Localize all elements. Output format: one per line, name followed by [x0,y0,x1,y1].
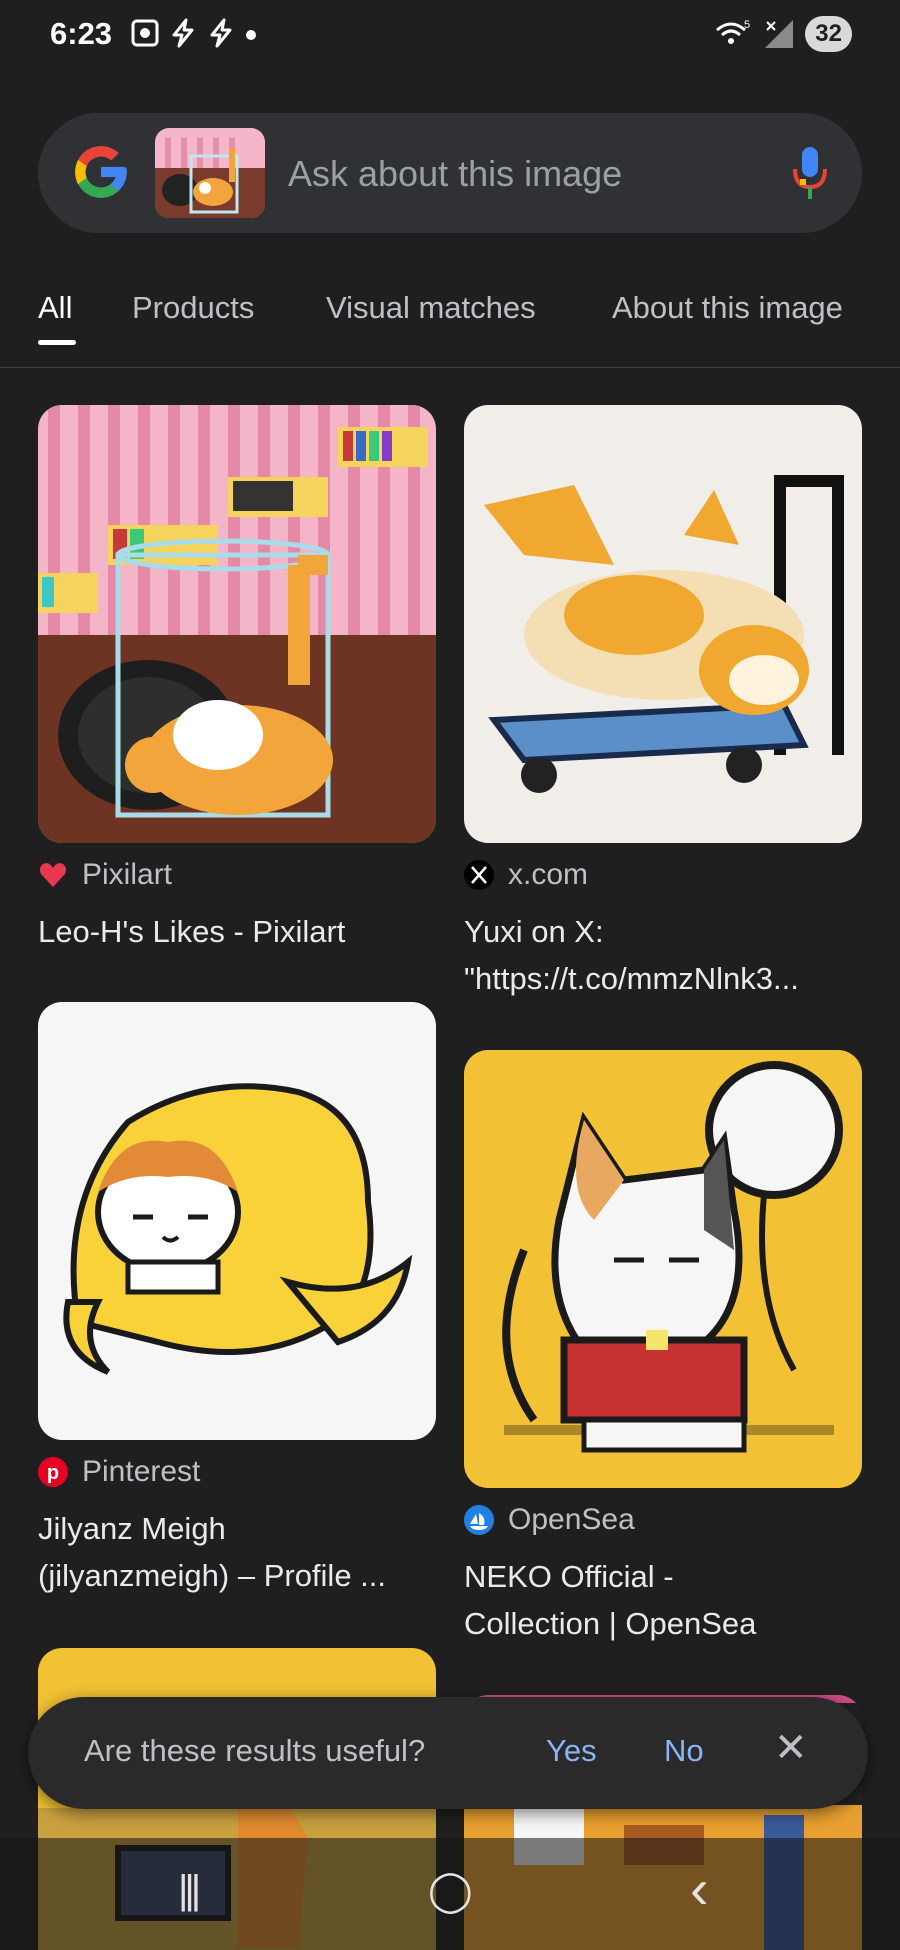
source-pixilart[interactable]: Pixilart [38,858,172,892]
source-name: Pixilart [82,858,173,891]
search-input[interactable]: Ask about this image [288,153,622,195]
feedback-bar: Are these results useful? Yes No ✕ [28,1697,868,1809]
result-image-pinterest[interactable] [38,1002,436,1440]
query-image-thumbnail[interactable] [155,128,265,218]
status-system-icons: 5 32 [713,16,852,52]
result-title[interactable]: NEKO Official - Collection | OpenSea [464,1553,864,1647]
feedback-yes-button[interactable]: Yes [546,1733,597,1769]
status-bar: 6:23 5 32 [0,0,900,72]
flash-icon [172,18,194,48]
result-title-line: Collection | OpenSea [464,1606,757,1641]
home-button[interactable]: ◯ [428,1868,473,1914]
system-nav-bar: ||| ◯ ‹ [0,1838,900,1950]
tab-about-this-image[interactable]: About this image [612,290,843,326]
flash-icon [210,18,232,48]
result-title-line: "https://t.co/mmzNlnk3... [464,961,799,996]
google-logo-icon[interactable] [70,141,132,203]
result-title-line: (jilyanzmeigh) – Profile ... [38,1558,387,1593]
status-time: 6:23 [50,16,113,51]
x-logo-icon [464,860,494,890]
feedback-question: Are these results useful? [84,1733,426,1768]
source-name: x.com [508,858,589,891]
result-title-line: Jilyanz Meigh [38,1511,226,1546]
tab-all[interactable]: All [38,290,72,326]
result-title-line: NEKO Official - [464,1559,674,1594]
recents-button[interactable]: ||| [178,1868,201,1913]
result-title-line: Leo-H's Likes - Pixilart [38,914,346,949]
svg-text:p: p [47,1462,59,1484]
pinterest-icon: p [38,1457,68,1487]
tab-visual-matches[interactable]: Visual matches [326,290,536,326]
opensea-icon [464,1505,494,1535]
feedback-no-button[interactable]: No [664,1733,704,1769]
wifi-icon: 5 [716,19,750,44]
source-opensea[interactable]: OpenSea [464,1503,635,1537]
source-name: OpenSea [508,1503,635,1536]
result-tabs: All Products Visual matches About this i… [0,280,900,368]
result-title[interactable]: Yuxi on X: "https://t.co/mmzNlnk3... [464,908,864,1002]
dot-icon [246,30,256,40]
result-image-opensea[interactable] [464,1050,862,1488]
wifi-label: 5 [744,19,750,31]
back-button[interactable]: ‹ [690,1856,709,1921]
result-image-pixilart[interactable] [38,405,436,843]
close-icon[interactable]: ✕ [774,1725,808,1771]
heart-icon [39,863,67,887]
result-title-line: Yuxi on X: [464,914,604,949]
source-name: Pinterest [82,1455,201,1488]
active-tab-indicator [38,340,76,345]
source-x[interactable]: x.com [464,858,588,892]
screenshot-icon [131,19,159,47]
battery-indicator: 32 [805,16,852,52]
status-notification-icons [130,18,258,48]
source-pinterest[interactable]: p Pinterest [38,1455,200,1489]
microphone-icon[interactable] [790,143,830,203]
result-image-x[interactable] [464,405,862,843]
result-title[interactable]: Leo-H's Likes - Pixilart [38,908,438,955]
tab-products[interactable]: Products [132,290,254,326]
search-bar[interactable]: Ask about this image [38,113,862,233]
result-title[interactable]: Jilyanz Meigh (jilyanzmeigh) – Profile .… [38,1505,438,1599]
signal-icon [765,20,794,48]
